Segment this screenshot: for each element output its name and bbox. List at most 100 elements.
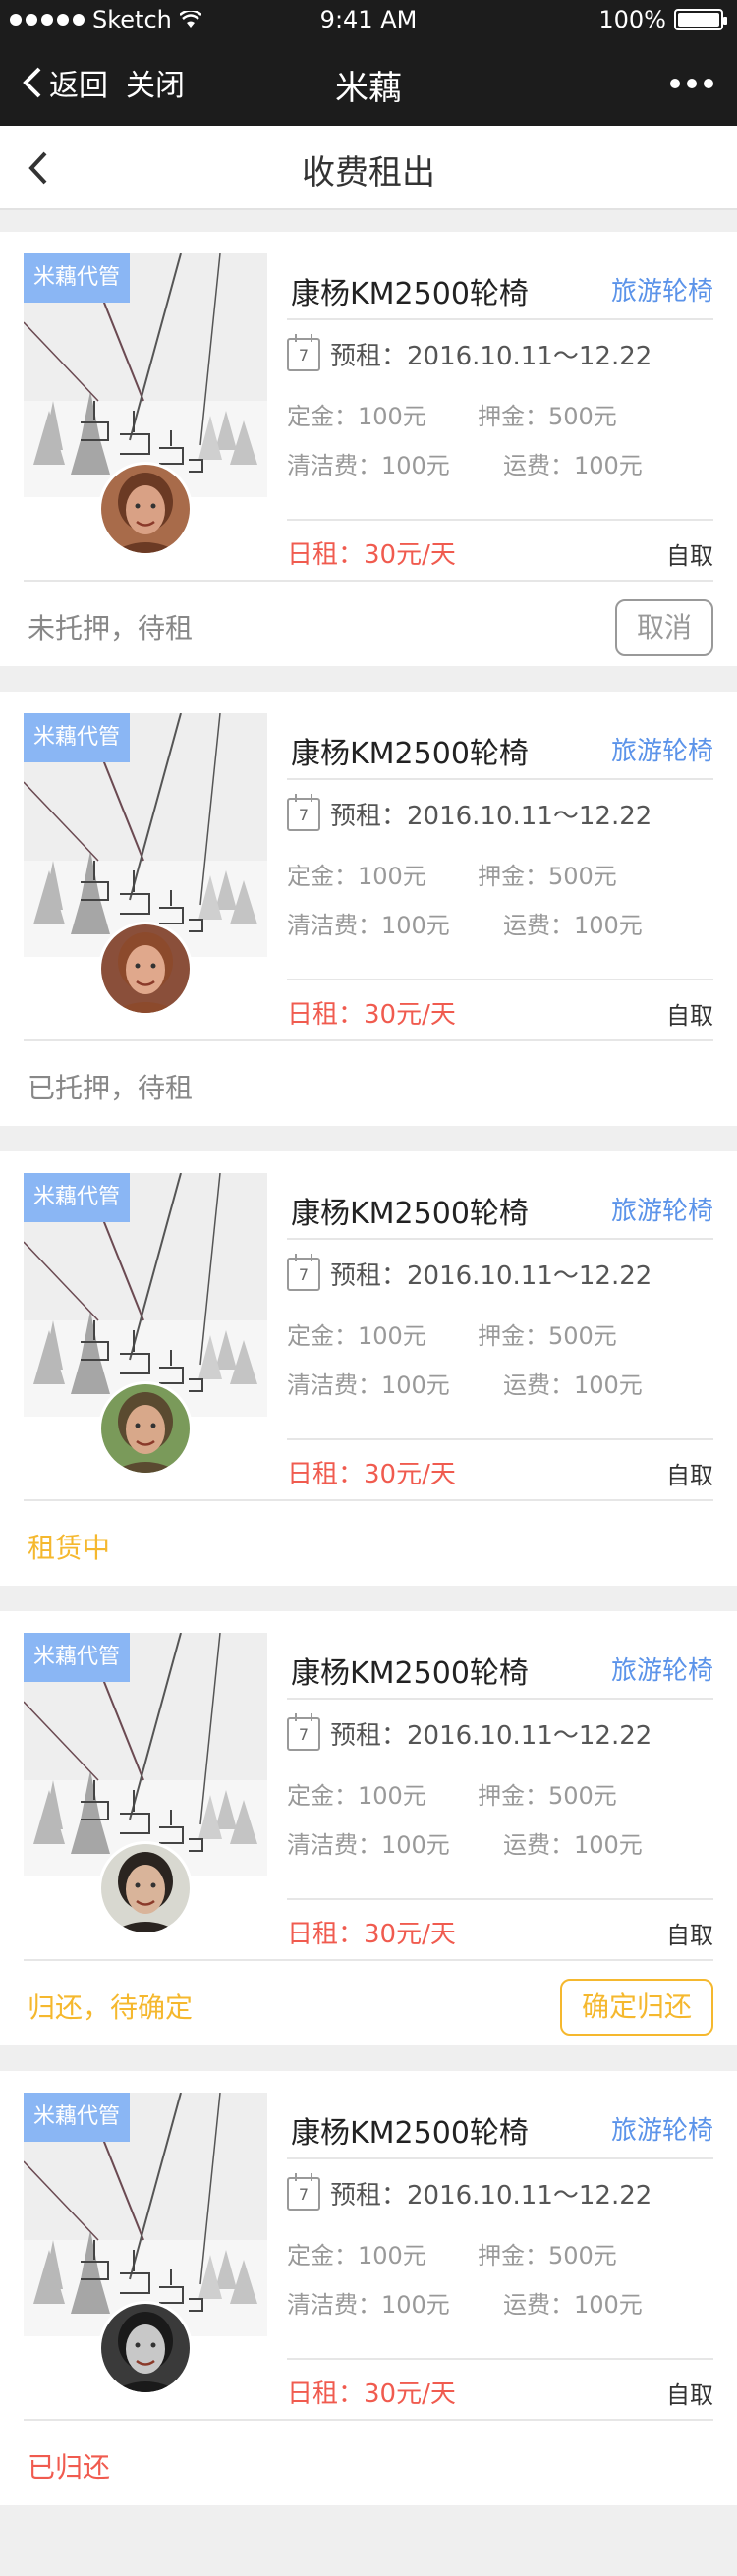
managed-tag: 米藕代管	[24, 2093, 131, 2142]
order-info: 康杨KM2500轮椅 旅游轮椅 7 预租：2016.10.11～12.22 定金…	[287, 253, 713, 570]
deposit-fee: 定金：100元	[287, 863, 426, 890]
rent-row: 日租：30元/天 自取	[287, 979, 713, 1037]
pickup-method: 自取	[666, 1462, 713, 1489]
calendar-icon: 7	[287, 333, 320, 371]
order-card[interactable]: 米藕代管 康杨KM2500轮椅 旅游轮椅 7 预租：2016.10.11～12.…	[0, 1151, 737, 1586]
calendar-icon: 7	[287, 1712, 320, 1751]
order-card[interactable]: 米藕代管 康杨KM2500轮椅 旅游轮椅 7 预租：2016.10.11～12.…	[0, 2071, 737, 2505]
fee-row: 定金：100元 押金：500元	[287, 1776, 617, 1811]
rent-row: 日租：30元/天 自取	[287, 1438, 713, 1497]
order-card[interactable]: 米藕代管 康杨KM2500轮椅 旅游轮椅 7 预租：2016.10.11～12.…	[0, 1611, 737, 2045]
wechat-header: 返回 关闭 米藕	[0, 39, 737, 126]
shipping-fee: 运费：100元	[503, 912, 643, 939]
security-deposit: 押金：500元	[478, 1782, 617, 1810]
rental-date: 预租：2016.10.11～12.22	[330, 1721, 652, 1751]
security-deposit: 押金：500元	[478, 863, 617, 890]
order-info: 康杨KM2500轮椅 旅游轮椅 7 预租：2016.10.11～12.22 定金…	[287, 1173, 713, 1489]
shipping-fee: 运费：100元	[503, 1372, 643, 1399]
order-list: 米藕代管 康杨KM2500轮椅 旅游轮椅 7 预租：2016.10.11～12.…	[0, 232, 737, 2531]
fee-row: 清洁费：100元 运费：100元	[287, 446, 643, 480]
order-card[interactable]: 米藕代管 康杨KM2500轮椅 旅游轮椅 7 预租：2016.10.11～12.…	[0, 692, 737, 1126]
managed-tag: 米藕代管	[24, 253, 131, 303]
renter-avatar	[98, 922, 193, 1016]
product-name[interactable]: 康杨KM2500轮椅	[291, 1189, 529, 1232]
deposit-fee: 定金：100元	[287, 1782, 426, 1810]
shipping-fee: 运费：100元	[503, 2291, 643, 2319]
wechat-title: 米藕	[335, 69, 402, 108]
rent-row: 日租：30元/天 自取	[287, 519, 713, 578]
cleaning-fee: 清洁费：100元	[287, 1372, 450, 1399]
more-icon[interactable]	[670, 59, 713, 88]
product-name[interactable]: 康杨KM2500轮椅	[291, 269, 529, 312]
deposit-fee: 定金：100元	[287, 403, 426, 430]
product-photo: 米藕代管	[24, 2093, 267, 2336]
page-header: 收费租出	[0, 126, 737, 210]
order-status-row: 已归还	[24, 2419, 713, 2505]
daily-rent: 日租：30元/天	[287, 1460, 456, 1489]
pickup-method: 自取	[666, 1002, 713, 1030]
shipping-fee: 运费：100元	[503, 1831, 643, 1859]
title-row: 康杨KM2500轮椅 旅游轮椅	[287, 1633, 713, 1700]
category-link[interactable]: 旅游轮椅	[611, 1191, 713, 1227]
product-name[interactable]: 康杨KM2500轮椅	[291, 729, 529, 772]
renter-avatar	[98, 1381, 193, 1476]
fee-row: 清洁费：100元 运费：100元	[287, 2285, 643, 2320]
avatar-icon	[101, 1384, 190, 1473]
avatar-icon	[101, 1844, 190, 1932]
deposit-fee: 定金：100元	[287, 1322, 426, 1350]
order-info: 康杨KM2500轮椅 旅游轮椅 7 预租：2016.10.11～12.22 定金…	[287, 713, 713, 1030]
daily-rent: 日租：30元/天	[287, 540, 456, 570]
rental-period: 7 预租：2016.10.11～12.22	[287, 2172, 652, 2212]
calendar-icon: 7	[287, 1253, 320, 1291]
renter-avatar	[98, 462, 193, 556]
rent-row: 日租：30元/天 自取	[287, 2358, 713, 2417]
order-status: 归还，待确定	[28, 1991, 194, 2024]
fee-row: 清洁费：100元 运费：100元	[287, 1825, 643, 1860]
category-link[interactable]: 旅游轮椅	[611, 731, 713, 767]
order-status: 租赁中	[28, 1532, 111, 1564]
product-name[interactable]: 康杨KM2500轮椅	[291, 2108, 529, 2152]
order-status: 未托押，待租	[28, 612, 194, 644]
order-action-button[interactable]: 取消	[614, 599, 713, 656]
order-info: 康杨KM2500轮椅 旅游轮椅 7 预租：2016.10.11～12.22 定金…	[287, 1633, 713, 1949]
order-status-row: 未托押，待租 取消	[24, 580, 713, 666]
category-link[interactable]: 旅游轮椅	[611, 271, 713, 308]
rental-period: 7 预租：2016.10.11～12.22	[287, 333, 652, 372]
managed-tag: 米藕代管	[24, 1633, 131, 1682]
category-link[interactable]: 旅游轮椅	[611, 2110, 713, 2147]
pickup-method: 自取	[666, 1922, 713, 1949]
pickup-method: 自取	[666, 542, 713, 570]
deposit-fee: 定金：100元	[287, 2242, 426, 2269]
order-card[interactable]: 米藕代管 康杨KM2500轮椅 旅游轮椅 7 预租：2016.10.11～12.…	[0, 232, 737, 666]
fee-row: 清洁费：100元 运费：100元	[287, 1366, 643, 1400]
product-name[interactable]: 康杨KM2500轮椅	[291, 1649, 529, 1692]
order-status-row: 租赁中	[24, 1499, 713, 1586]
avatar-icon	[101, 2304, 190, 2392]
cleaning-fee: 清洁费：100元	[287, 1831, 450, 1859]
product-photo: 米藕代管	[24, 253, 267, 497]
title-row: 康杨KM2500轮椅 旅游轮椅	[287, 253, 713, 320]
order-status: 已托押，待租	[28, 1072, 194, 1104]
battery-percent: 100%	[598, 6, 666, 33]
rental-date: 预租：2016.10.11～12.22	[330, 802, 652, 831]
order-status: 已归还	[28, 2451, 111, 2484]
managed-tag: 米藕代管	[24, 713, 131, 762]
rental-period: 7 预租：2016.10.11～12.22	[287, 1712, 652, 1752]
order-status-row: 已托押，待租	[24, 1039, 713, 1126]
cleaning-fee: 清洁费：100元	[287, 452, 450, 479]
daily-rent: 日租：30元/天	[287, 1920, 456, 1949]
fee-row: 定金：100元 押金：500元	[287, 397, 617, 431]
fee-row: 定金：100元 押金：500元	[287, 2236, 617, 2270]
category-link[interactable]: 旅游轮椅	[611, 1651, 713, 1687]
rental-period: 7 预租：2016.10.11～12.22	[287, 1253, 652, 1292]
order-action-button[interactable]: 确定归还	[559, 1979, 713, 2036]
renter-avatar	[98, 1841, 193, 1935]
rent-row: 日租：30元/天 自取	[287, 1898, 713, 1957]
order-status-row: 归还，待确定 确定归还	[24, 1959, 713, 2045]
security-deposit: 押金：500元	[478, 403, 617, 430]
title-row: 康杨KM2500轮椅 旅游轮椅	[287, 713, 713, 780]
avatar-icon	[101, 465, 190, 553]
battery-area: 100%	[598, 6, 727, 33]
status-bar: Sketch 9:41 AM 100%	[0, 0, 737, 39]
shipping-fee: 运费：100元	[503, 452, 643, 479]
